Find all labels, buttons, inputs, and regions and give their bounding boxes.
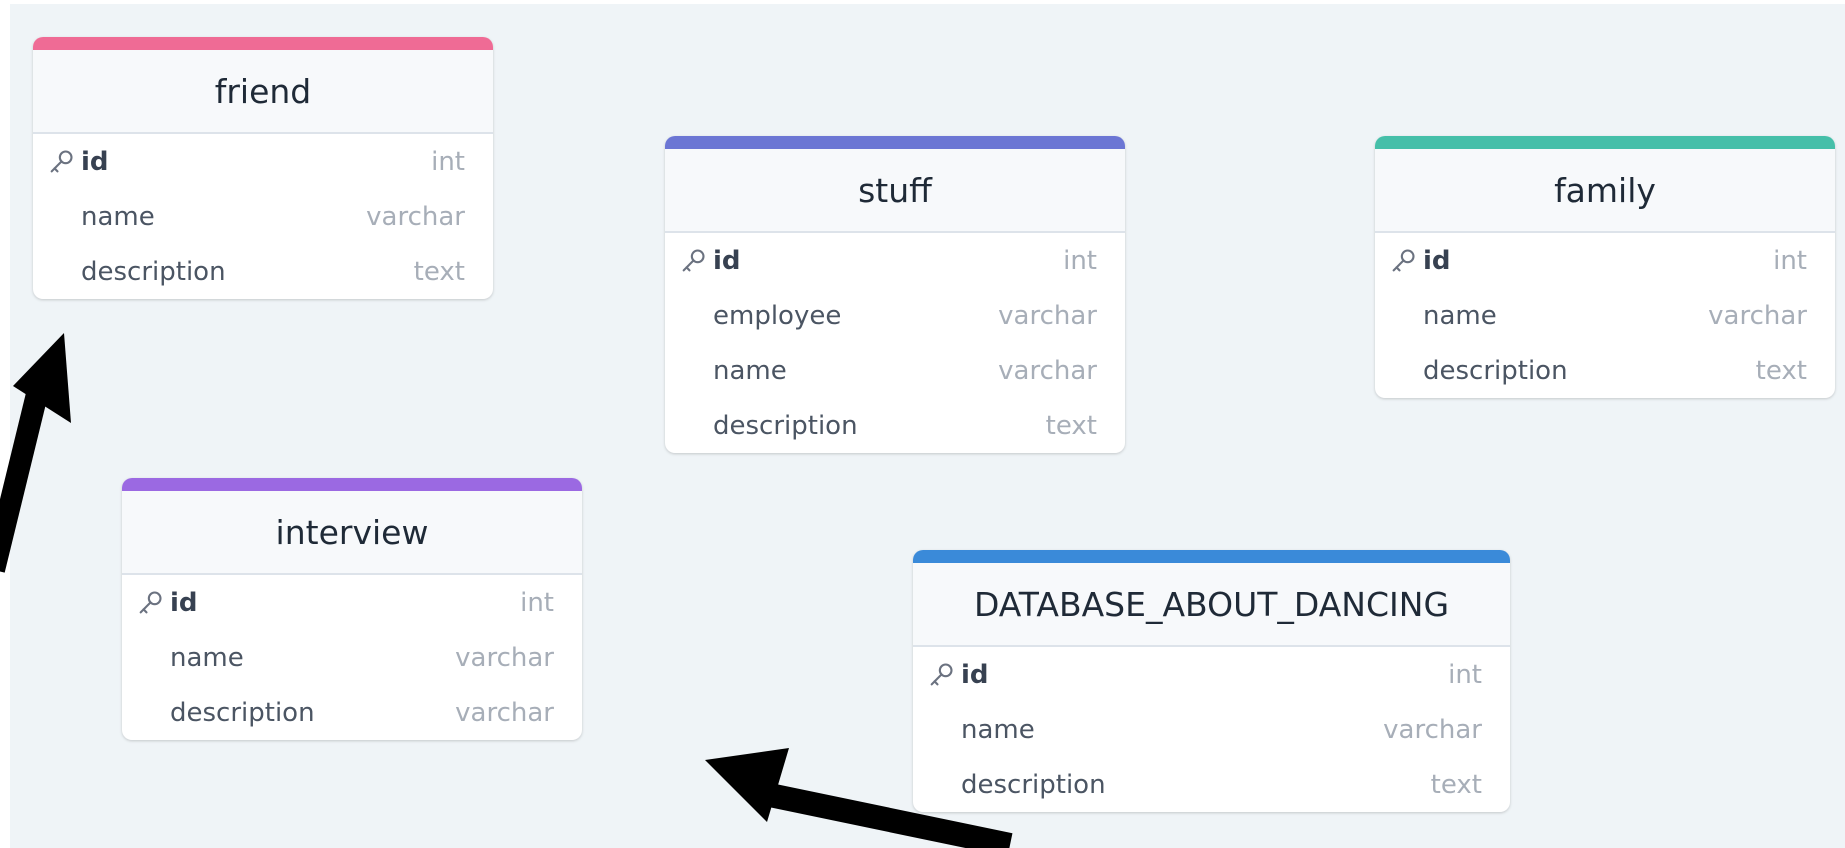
field-name: id <box>1423 245 1451 276</box>
field-type: int <box>520 587 554 618</box>
field-name: description <box>81 256 226 287</box>
field-name: id <box>170 587 198 618</box>
field-name: description <box>961 769 1106 800</box>
field-row[interactable]: description text <box>1375 343 1835 398</box>
field-type: text <box>1430 769 1482 800</box>
table-title[interactable]: DATABASE_ABOUT_DANCING <box>913 563 1510 647</box>
table-color-bar <box>665 136 1125 149</box>
table-color-bar <box>1375 136 1835 149</box>
field-type: int <box>431 146 465 177</box>
field-type: text <box>413 256 465 287</box>
table-color-bar <box>122 478 582 491</box>
field-type: varchar <box>366 201 465 232</box>
field-name: id <box>961 659 989 690</box>
table-family[interactable]: family id int name varchar description text <box>1375 136 1835 398</box>
field-name: employee <box>713 300 842 331</box>
field-type: int <box>1773 245 1807 276</box>
table-title[interactable]: interview <box>122 491 582 575</box>
table-stuff[interactable]: stuff id int employee varchar name varchar desc… <box>665 136 1125 453</box>
field-name: name <box>961 714 1035 745</box>
table-title[interactable]: friend <box>33 50 493 134</box>
field-name: id <box>81 146 109 177</box>
field-row[interactable]: description text <box>913 757 1510 812</box>
field-type: varchar <box>998 355 1097 386</box>
field-row[interactable]: description varchar <box>122 685 582 740</box>
field-name: name <box>81 201 155 232</box>
table-database-about-dancing[interactable]: DATABASE_ABOUT_DANCINGid int name varchar de… <box>913 550 1510 812</box>
field-row[interactable]: id int <box>913 647 1510 702</box>
key-icon <box>927 661 955 689</box>
table-color-bar <box>33 37 493 50</box>
field-type: varchar <box>455 697 554 728</box>
field-type: varchar <box>1708 300 1807 331</box>
field-row[interactable]: name varchar <box>665 343 1125 398</box>
field-row[interactable]: id int <box>122 575 582 630</box>
table-title[interactable]: stuff <box>665 149 1125 233</box>
key-icon <box>1389 247 1417 275</box>
field-row[interactable]: name varchar <box>913 702 1510 757</box>
field-type: int <box>1448 659 1482 690</box>
field-row[interactable]: name varchar <box>1375 288 1835 343</box>
field-name: name <box>713 355 787 386</box>
field-type: text <box>1045 410 1097 441</box>
table-title[interactable]: family <box>1375 149 1835 233</box>
key-icon <box>136 589 164 617</box>
field-name: id <box>713 245 741 276</box>
field-row[interactable]: description text <box>33 244 493 299</box>
table-interview[interactable]: interview id int name varchar description varc… <box>122 478 582 740</box>
field-name: name <box>1423 300 1497 331</box>
field-type: varchar <box>1383 714 1482 745</box>
field-row[interactable]: id int <box>33 134 493 189</box>
field-row[interactable]: employee varchar <box>665 288 1125 343</box>
field-row[interactable]: id int <box>665 233 1125 288</box>
field-name: description <box>170 697 315 728</box>
field-name: description <box>1423 355 1568 386</box>
field-name: description <box>713 410 858 441</box>
table-color-bar <box>913 550 1510 563</box>
field-type: int <box>1063 245 1097 276</box>
key-icon <box>47 148 75 176</box>
table-friend[interactable]: friend id int name varchar description text <box>33 37 493 299</box>
field-type: text <box>1755 355 1807 386</box>
field-type: varchar <box>455 642 554 673</box>
field-type: varchar <box>998 300 1097 331</box>
key-icon <box>679 247 707 275</box>
field-row[interactable]: name varchar <box>33 189 493 244</box>
field-name: name <box>170 642 244 673</box>
field-row[interactable]: description text <box>665 398 1125 453</box>
field-row[interactable]: id int <box>1375 233 1835 288</box>
field-row[interactable]: name varchar <box>122 630 582 685</box>
